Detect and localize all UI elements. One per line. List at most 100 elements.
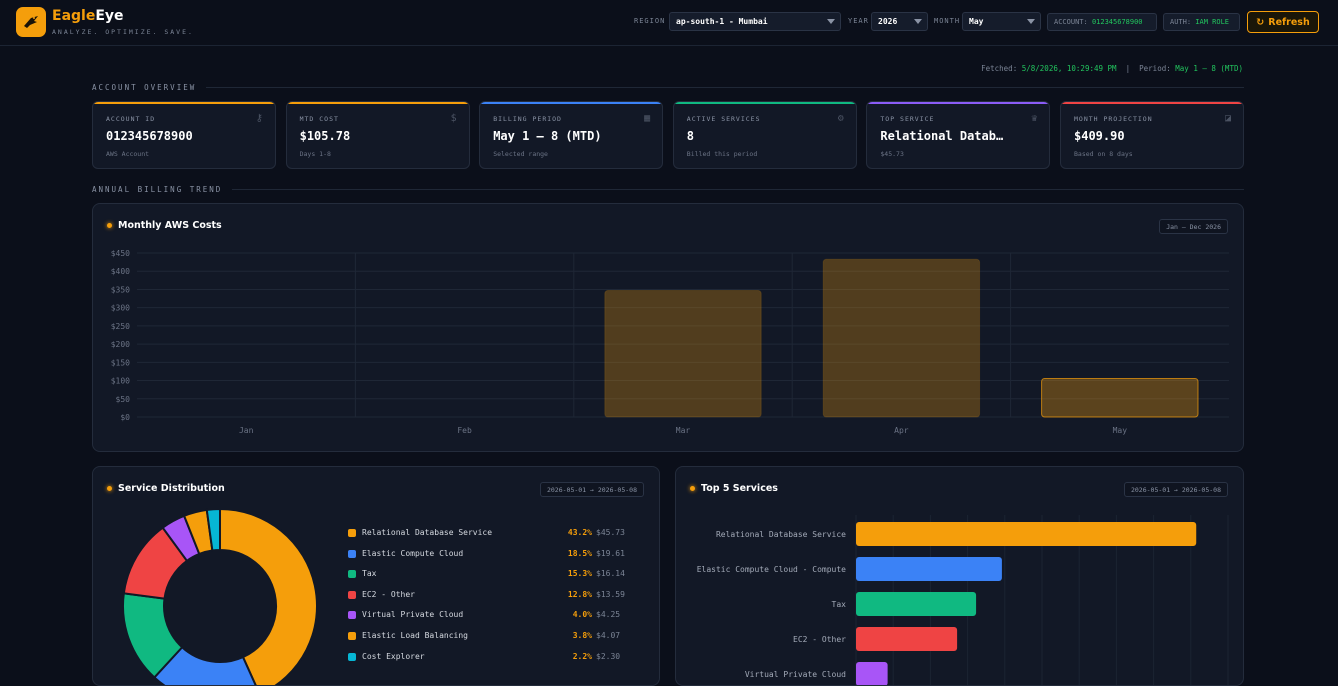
legend-label: Elastic Compute Cloud: [362, 548, 464, 558]
month-select[interactable]: May: [962, 12, 1041, 31]
service-bar-label: Tax: [832, 600, 847, 609]
money-bag-icon: $: [450, 113, 457, 124]
month-label: MONTH: [934, 17, 961, 25]
chevron-down-icon: [914, 19, 922, 24]
service-bar[interactable]: [856, 522, 1197, 546]
card-accent-bar: [867, 102, 1050, 104]
year-select[interactable]: 2026: [871, 12, 928, 31]
region-select[interactable]: ap-south-1 - Mumbai: [669, 12, 841, 31]
calendar-icon: ▦: [644, 113, 651, 124]
legend-label: Elastic Load Balancing: [362, 630, 468, 640]
legend-swatch: [348, 549, 356, 558]
service-bar-label: Relational Database Service: [716, 530, 846, 539]
legend-item: Elastic Load Balancing 3.8% $4.07: [348, 630, 644, 651]
overview-card: MTD COST $105.78 Days 1-8 $: [285, 101, 470, 169]
legend-swatch: [348, 529, 356, 537]
legend-item: EC2 - Other 12.8% $13.59: [348, 589, 644, 610]
card-accent-bar: [673, 102, 856, 104]
legend-value: $13.59: [596, 589, 625, 599]
card-subtext: AWS Account: [106, 150, 150, 158]
year-label: YEAR: [848, 17, 869, 25]
card-label: BILLING PERIOD: [493, 115, 562, 123]
legend-label: Relational Database Service: [362, 528, 493, 537]
overview-card: ACCOUNT ID 012345678900 AWS Account ⚷: [92, 101, 276, 169]
y-tick-label: $150: [111, 358, 130, 367]
auth-pill: AUTH: IAM ROLE: [1163, 13, 1240, 31]
legend-value: $2.30: [596, 651, 621, 661]
legend-value: $16.14: [596, 569, 625, 579]
legend-swatch: [348, 611, 356, 620]
card-accent-bar: [93, 102, 275, 104]
x-tick-label: Jan: [239, 426, 254, 435]
brand-tagline: ANALYZE. OPTIMIZE. SAVE.: [52, 28, 194, 36]
service-bar[interactable]: [856, 662, 888, 686]
region-label: REGION: [634, 17, 666, 25]
x-tick-label: May: [1113, 426, 1128, 435]
legend-swatch: [348, 570, 356, 579]
y-tick-label: $300: [111, 304, 130, 313]
card-value: Relational Datab…: [880, 129, 1004, 143]
legend-percent: 2.2%: [572, 651, 592, 661]
legend-value: $19.61: [596, 548, 625, 558]
top-services-panel: Top 5 Services 2026-05-01 → 2026-05-08 R…: [675, 466, 1244, 686]
service-bar[interactable]: [856, 627, 958, 651]
legend-value: $4.07: [596, 630, 621, 640]
service-donut-chart: [122, 507, 318, 685]
bar-may[interactable]: [1041, 377, 1199, 418]
legend-label: EC2 - Other: [362, 589, 415, 599]
eagle-logo-icon: [16, 7, 46, 37]
fetched-info: Fetched: 5/8/2026, 10:29:49 PM | Period:…: [981, 64, 1243, 73]
legend-percent: 18.5%: [567, 548, 592, 558]
y-tick-label: $50: [116, 395, 131, 404]
y-tick-label: $450: [111, 249, 130, 258]
bar-mar[interactable]: [604, 290, 762, 418]
date-range-badge: 2026-05-01 → 2026-05-08: [539, 482, 644, 497]
card-value: $105.78: [299, 129, 351, 143]
card-label: ACTIVE SERVICES: [686, 115, 761, 123]
overview-card: MONTH PROJECTION $409.90 Based on 8 days…: [1060, 101, 1244, 169]
legend-label: Cost Explorer: [362, 651, 425, 661]
card-accent-bar: [286, 102, 469, 104]
card-label: MTD COST: [299, 115, 339, 123]
legend-value: $4.25: [596, 610, 621, 620]
y-tick-label: $350: [111, 285, 130, 294]
account-pill: ACCOUNT: 012345678900: [1047, 13, 1157, 31]
legend-percent: 15.3%: [567, 569, 592, 579]
x-tick-label: Apr: [894, 426, 909, 435]
service-bar[interactable]: [856, 592, 977, 616]
card-label: ACCOUNT ID: [106, 115, 156, 123]
trend-chart-icon: ◪: [1224, 113, 1231, 124]
card-value: 012345678900: [106, 129, 193, 143]
card-accent-bar: [480, 102, 663, 104]
card-value: May 1 – 8 (MTD): [493, 129, 602, 143]
card-subtext: Selected range: [493, 150, 548, 158]
monthly-costs-chart: $0 $50 $100 $150 $200 $250 $300 $350 $400 $450 Jan…: [111, 249, 1229, 435]
y-tick-label: $0: [120, 413, 130, 422]
legend-label: Tax: [362, 569, 377, 579]
bar-apr[interactable]: [822, 258, 981, 418]
x-tick-label: Feb: [457, 426, 472, 435]
legend-item: Relational Database Service 43.2% $45.73: [348, 527, 644, 548]
service-bar[interactable]: [856, 557, 1002, 581]
legend-label: Virtual Private Cloud: [362, 610, 464, 620]
card-subtext: $45.73: [880, 150, 904, 158]
chevron-down-icon: [827, 19, 835, 24]
legend-swatch: [348, 631, 356, 640]
refresh-button[interactable]: ↻ Refresh: [1247, 11, 1319, 33]
legend-item: Elastic Compute Cloud 18.5% $19.61: [348, 548, 644, 569]
y-tick-label: $100: [111, 377, 130, 386]
card-subtext: Billed this period: [686, 150, 758, 158]
monthly-costs-panel: Monthly AWS Costs Jan – Dec 2026 $0 $50 $1…: [92, 203, 1244, 452]
top-services-chart: Relational Database Service Elastic Compu…: [697, 515, 1229, 686]
service-bar-label: Virtual Private Cloud: [745, 670, 846, 679]
key-icon: ⚷: [255, 113, 263, 124]
card-accent-bar: [1061, 102, 1243, 104]
y-tick-label: $200: [111, 340, 130, 349]
legend-percent: 4.0%: [572, 610, 592, 620]
section-title-overview: ACCOUNT OVERVIEW: [92, 83, 1244, 92]
legend-swatch: [348, 652, 356, 661]
gear-icon: ⚙: [837, 113, 844, 124]
brand-name: EagleEye: [52, 8, 124, 24]
trophy-icon: ♛: [1031, 113, 1038, 124]
overview-card: ACTIVE SERVICES 8 Billed this period ⚙: [672, 101, 857, 169]
